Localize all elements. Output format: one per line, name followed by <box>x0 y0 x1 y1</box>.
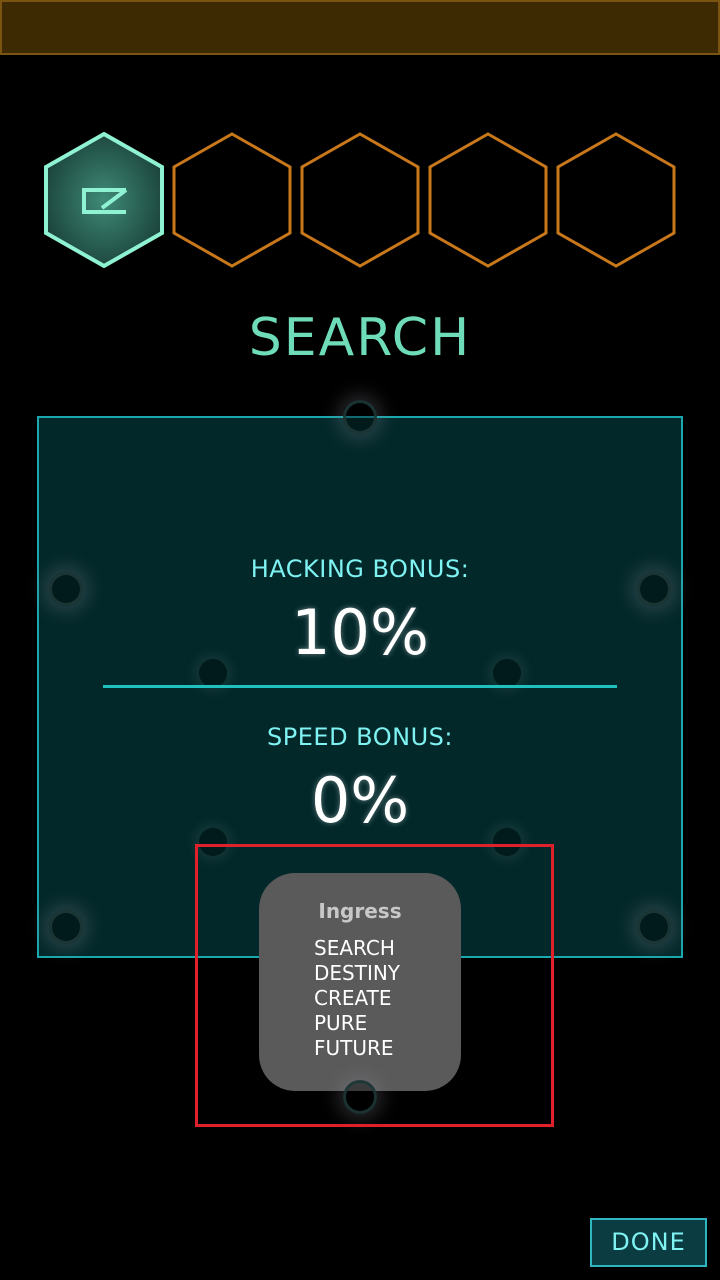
glyph-node[interactable] <box>637 910 671 944</box>
glyph-hex-1-active[interactable] <box>40 130 168 270</box>
glyph-hex-5-empty[interactable] <box>552 130 680 270</box>
glyph-node[interactable] <box>343 400 377 434</box>
speed-bonus-label: SPEED BONUS: <box>267 723 453 751</box>
glyph-hex-4-empty[interactable] <box>424 130 552 270</box>
hacking-bonus-value: 10% <box>291 596 429 669</box>
top-status-bar <box>0 0 720 55</box>
panel-divider <box>103 685 617 688</box>
speed-bonus-value: 0% <box>310 764 410 837</box>
glyph-title: SEARCH <box>248 308 472 368</box>
glyph-sequence <box>40 130 680 270</box>
glyph-node[interactable] <box>49 910 83 944</box>
hacking-bonus-label: HACKING BONUS: <box>250 555 470 583</box>
glyph-hex-3-empty[interactable] <box>296 130 424 270</box>
highlight-box <box>195 844 554 1127</box>
done-button[interactable]: DONE <box>590 1218 707 1267</box>
glyph-hex-2-empty[interactable] <box>168 130 296 270</box>
